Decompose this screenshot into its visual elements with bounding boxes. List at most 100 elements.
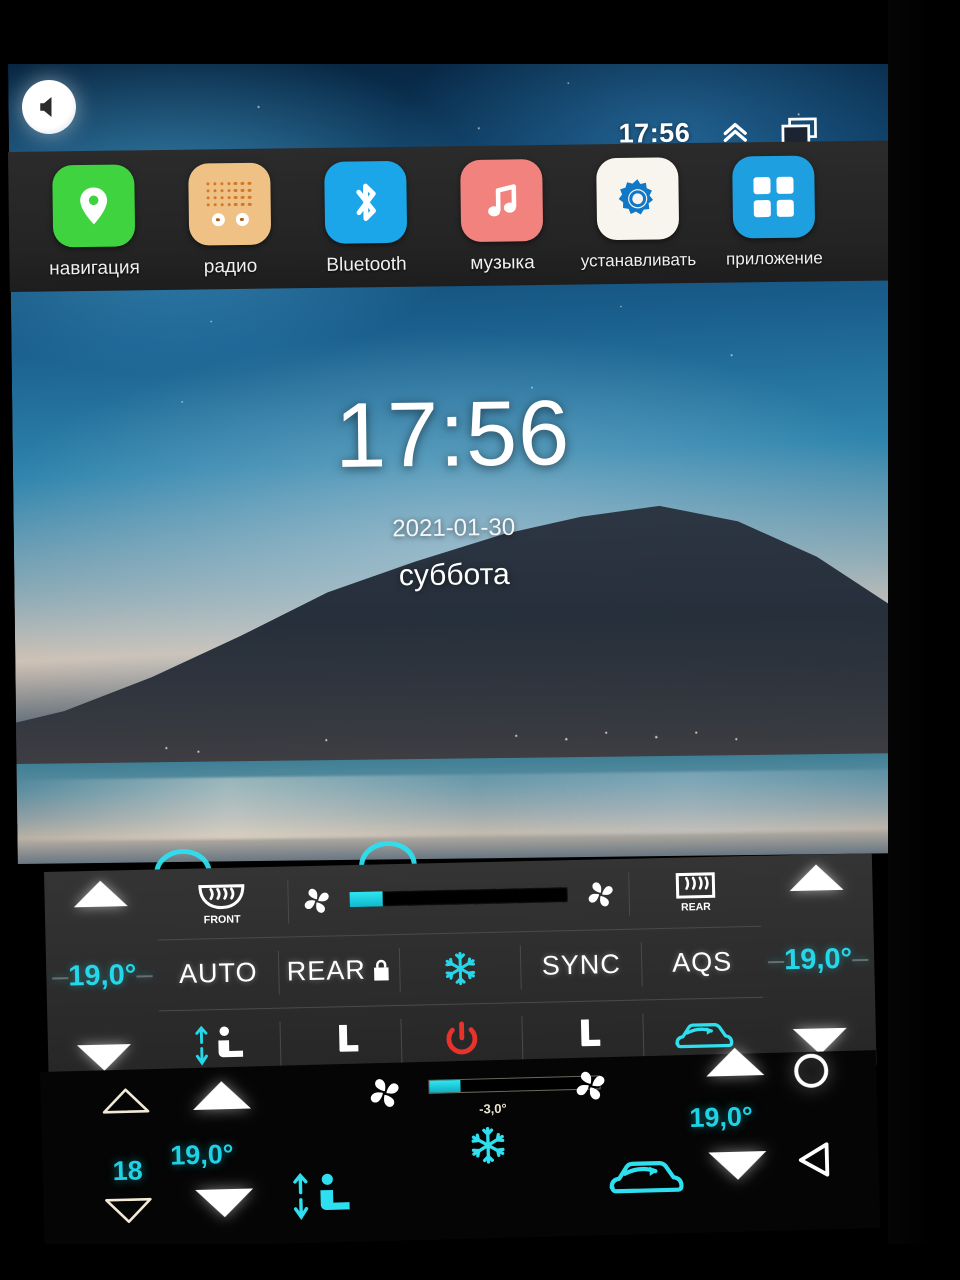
- bottom-temp-value: 19,0°: [170, 1139, 234, 1172]
- front-defrost-icon: FRONT: [198, 884, 245, 926]
- power-icon: [446, 1021, 478, 1055]
- app-label-music: музыка: [470, 252, 535, 274]
- ac-button[interactable]: [399, 945, 522, 992]
- bottom-recirculation-button[interactable]: [602, 1151, 689, 1204]
- snowflake-icon: [471, 1127, 505, 1164]
- app-label-settings: устанавливать: [580, 250, 697, 271]
- music-note-icon: [488, 184, 517, 217]
- app-radio[interactable]: радио: [170, 162, 289, 279]
- bottom-fan-label: -3,0°: [479, 1100, 507, 1119]
- bottom-right-down-button[interactable]: [708, 1151, 768, 1181]
- airflow-face-icon: [580, 1019, 601, 1047]
- rear-defrost-label: REAR: [681, 901, 711, 914]
- rear-lock-button[interactable]: REAR: [278, 948, 401, 995]
- app-tile-applications[interactable]: [732, 155, 816, 239]
- app-tile-bluetooth[interactable]: [324, 160, 408, 244]
- aqs-button[interactable]: AQS: [642, 940, 763, 986]
- app-bluetooth[interactable]: Bluetooth: [306, 160, 425, 278]
- app-tile-music[interactable]: [460, 159, 544, 243]
- bottom-temp-text: 19,0°: [169, 1138, 234, 1171]
- app-label-applications: приложение: [725, 248, 823, 269]
- bottom-bar: 18 19,0° -3,0° 19,0°: [40, 1047, 881, 1250]
- speaker-icon: [40, 97, 52, 117]
- bottom-left-number: 18: [112, 1155, 144, 1187]
- triangle-down-outline-icon: [105, 1197, 152, 1224]
- sync-button[interactable]: SYNC: [520, 942, 643, 989]
- rear-lock-label: REAR: [286, 955, 367, 987]
- climate-row-top: FRONT REAR: [155, 855, 762, 941]
- snowflake-icon: [445, 952, 476, 986]
- bottom-ac-button[interactable]: [467, 1124, 510, 1172]
- right-temp-up-button[interactable]: [789, 863, 844, 892]
- app-label-navigation: навигация: [49, 257, 140, 280]
- app-tile-radio[interactable]: [188, 162, 272, 246]
- home-circle-icon: [793, 1053, 829, 1089]
- device-bezel-left: [0, 0, 8, 1280]
- wallpaper-lake-reflection: [16, 768, 898, 842]
- bottom-temp-up-button[interactable]: [192, 1080, 252, 1111]
- airflow-feet-button[interactable]: [280, 1019, 403, 1066]
- radio-knobs-icon: [211, 212, 249, 227]
- bottom-fan-right-button[interactable]: [568, 1063, 613, 1113]
- rear-defrost-icon: REAR: [675, 872, 715, 914]
- bottom-left-down-button[interactable]: [103, 1197, 154, 1229]
- bottom-fan-label-text: -3,0°: [478, 1100, 507, 1117]
- app-settings[interactable]: устанавливать: [578, 157, 697, 272]
- climate-left-column: –19,0°–: [44, 869, 161, 1083]
- nav-back-button[interactable]: [792, 1137, 837, 1187]
- app-navigation[interactable]: навигация: [34, 164, 153, 281]
- app-tile-settings[interactable]: [596, 157, 680, 241]
- auto-label: AUTO: [178, 957, 258, 990]
- sync-label: SYNC: [541, 949, 622, 982]
- fan-speed-slider[interactable]: [349, 887, 568, 908]
- bottom-fan-slider-fill: [429, 1080, 461, 1093]
- app-tile-navigation[interactable]: [52, 164, 136, 248]
- bottom-right-temp: 19,0°: [689, 1101, 753, 1134]
- airflow-face-button[interactable]: [522, 1013, 645, 1060]
- fan-icon: [370, 1079, 399, 1107]
- airflow-feet-icon: [338, 1024, 359, 1052]
- fan-icon-right[interactable]: [581, 875, 620, 914]
- app-label-bluetooth: Bluetooth: [326, 253, 407, 276]
- climate-row-middle: AUTO REAR SYNC AQS: [157, 926, 764, 1012]
- airflow-face-feet-button[interactable]: [159, 1021, 282, 1069]
- volume-button[interactable]: [22, 80, 76, 134]
- left-temp-value: –19,0°–: [51, 958, 153, 993]
- lock-icon: [373, 959, 389, 981]
- infotainment-screen: 17:56 2021-01-30 суббота 17:56 навигация…: [0, 0, 960, 1280]
- front-defrost-button[interactable]: FRONT: [156, 879, 290, 926]
- bluetooth-icon: [356, 183, 376, 222]
- bottom-left-value: 18: [112, 1155, 143, 1187]
- left-temp-up-button[interactable]: [73, 880, 128, 908]
- bottom-fan-left-button[interactable]: [362, 1070, 407, 1120]
- rear-defrost-button[interactable]: REAR: [629, 869, 761, 915]
- triangle-up-outline-icon: [102, 1088, 150, 1114]
- fan-icon: [576, 1071, 605, 1100]
- climate-button-grid: FRONT REAR AUTO REAR SYNC AQS: [155, 855, 765, 1082]
- back-triangle-icon: [798, 1142, 830, 1177]
- airflow-face-feet-icon: [293, 1172, 350, 1220]
- bottom-right-temp-text: 19,0°: [689, 1101, 754, 1134]
- bottom-temp-down-button[interactable]: [195, 1188, 254, 1218]
- bottom-left-up-button[interactable]: [100, 1087, 151, 1119]
- bottom-airflow-face-feet-button[interactable]: [285, 1168, 361, 1229]
- device-bezel-right: [888, 0, 960, 1280]
- app-dock: навигация радио Bluetooth музыка устанав…: [8, 140, 900, 292]
- right-temp-text: 19,0°: [783, 942, 853, 976]
- app-label-radio: радио: [203, 255, 258, 278]
- app-applications[interactable]: приложение: [714, 155, 833, 270]
- app-music[interactable]: музыка: [442, 159, 561, 276]
- apps-grid-icon: [753, 176, 794, 218]
- power-button[interactable]: [401, 1016, 524, 1063]
- fan-icon[interactable]: [297, 881, 336, 920]
- bottom-right-up-button[interactable]: [705, 1047, 765, 1077]
- auto-button[interactable]: AUTO: [157, 950, 280, 998]
- device-bezel-bottom: [0, 1244, 960, 1280]
- aqs-label: AQS: [671, 946, 733, 979]
- airflow-face-feet-icon: [195, 1025, 244, 1066]
- left-temp-down-button[interactable]: [76, 1044, 132, 1072]
- fan-speed-slider-row: [288, 872, 631, 924]
- map-pin-icon: [80, 187, 108, 225]
- right-temp-value: –19,0°–: [767, 941, 869, 977]
- nav-home-button[interactable]: [793, 1053, 829, 1089]
